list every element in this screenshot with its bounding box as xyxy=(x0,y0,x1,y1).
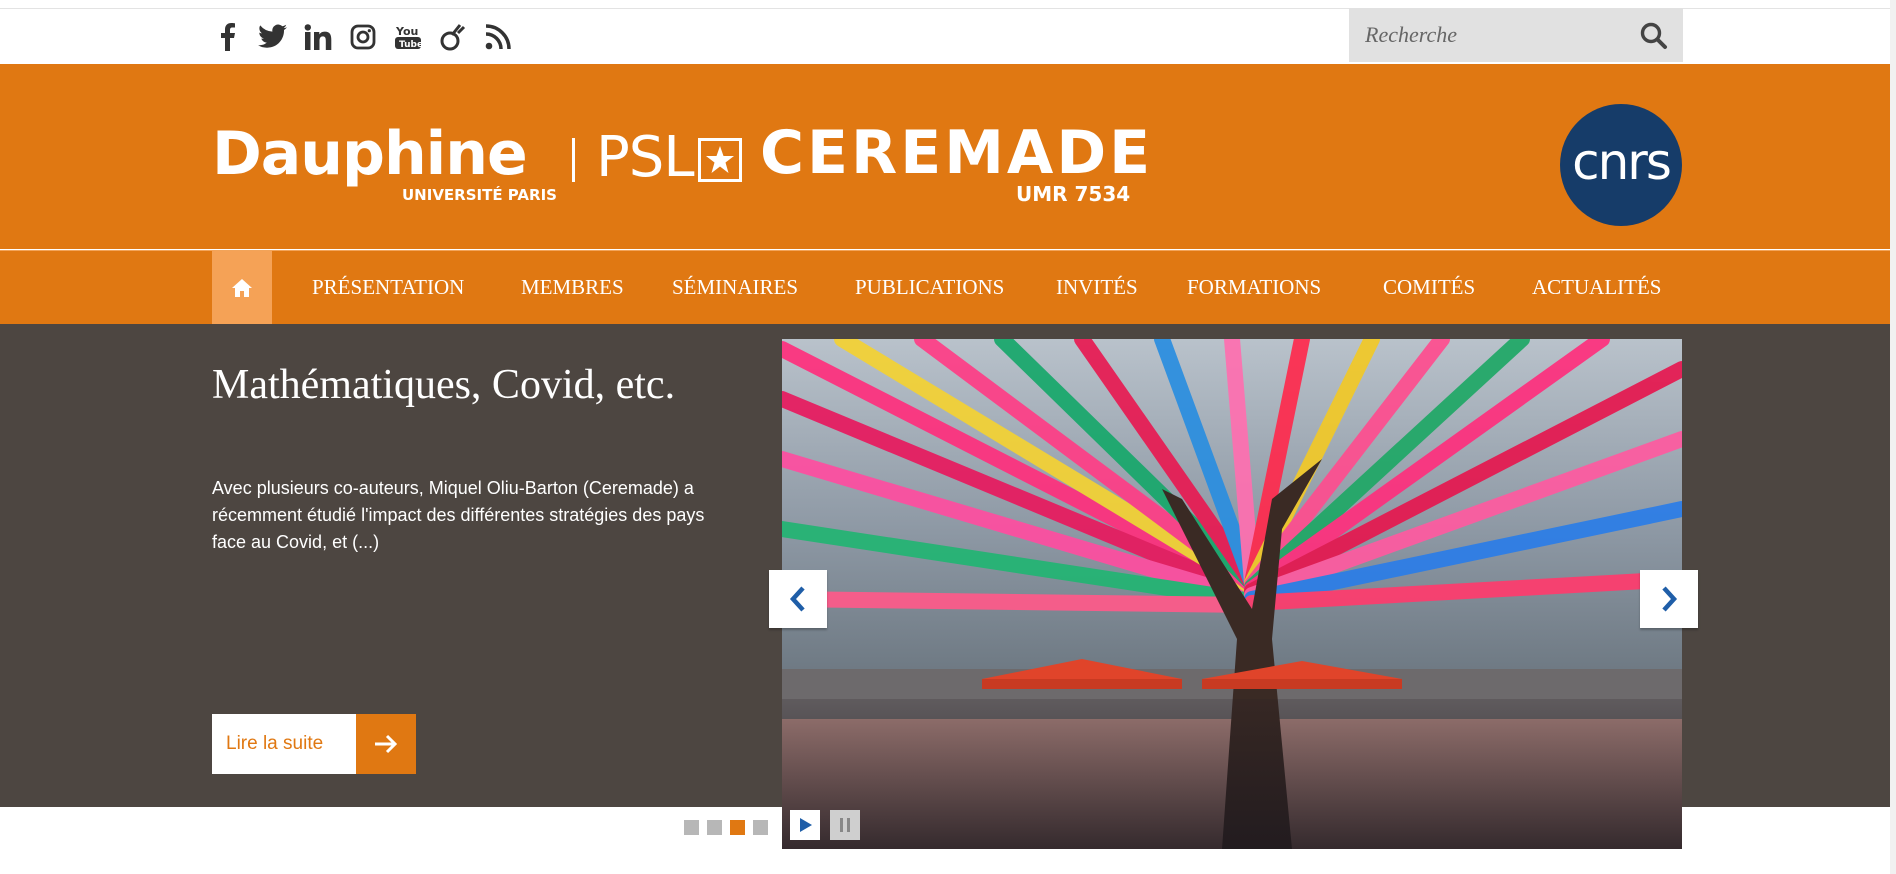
pause-icon xyxy=(840,818,850,832)
chevron-right-icon xyxy=(1662,586,1678,612)
search-input[interactable] xyxy=(1349,14,1637,56)
chevron-left-icon xyxy=(789,586,805,612)
facebook-icon[interactable] xyxy=(212,22,243,53)
scrollbar[interactable] xyxy=(1890,0,1896,874)
play-icon xyxy=(800,818,812,832)
arrow-right-icon xyxy=(356,714,416,774)
dauphine-subtitle: UNIVERSITÉ PARIS xyxy=(402,186,557,204)
nav-item-actualites[interactable]: ACTUALITÉS xyxy=(1532,251,1662,324)
next-slide-button[interactable] xyxy=(1640,570,1698,628)
photo-crowd xyxy=(782,699,1682,849)
slide-dot-3[interactable] xyxy=(730,820,745,835)
home-icon[interactable] xyxy=(212,251,272,324)
nav-item-presentation[interactable]: PRÉSENTATION xyxy=(312,251,464,324)
nav-item-publications[interactable]: PUBLICATIONS xyxy=(855,251,1004,324)
psl-logo: PSL xyxy=(596,125,695,190)
search-box xyxy=(1349,8,1683,62)
cnrs-text: cnrs xyxy=(1572,133,1672,191)
slide-title[interactable]: Mathématiques, Covid, etc. xyxy=(212,363,692,408)
slide-dot-1[interactable] xyxy=(684,820,699,835)
read-more-label: Lire la suite xyxy=(212,714,356,774)
svg-text:Tube: Tube xyxy=(399,40,422,50)
prev-slide-button[interactable] xyxy=(769,570,827,628)
site-header: Dauphine UNIVERSITÉ PARIS PSL CEREMADE U… xyxy=(0,64,1890,249)
nav-item-comites[interactable]: COMITÉS xyxy=(1383,251,1475,324)
pause-button[interactable] xyxy=(830,810,860,840)
slide-dot-4[interactable] xyxy=(753,820,768,835)
slide-dot-2[interactable] xyxy=(707,820,722,835)
dauphine-logo[interactable]: Dauphine UNIVERSITÉ PARIS xyxy=(212,119,557,204)
nav-item-invites[interactable]: INVITÉS xyxy=(1056,251,1138,324)
read-more-button[interactable]: Lire la suite xyxy=(212,714,416,774)
viadeo-icon[interactable] xyxy=(437,22,468,53)
linkedin-icon[interactable] xyxy=(302,22,333,53)
nav-item-formations[interactable]: FORMATIONS xyxy=(1187,251,1321,324)
play-button[interactable] xyxy=(790,810,820,840)
psl-star-icon xyxy=(698,138,742,182)
svg-text:You: You xyxy=(395,25,418,38)
twitter-icon[interactable] xyxy=(257,22,288,53)
cnrs-logo[interactable]: cnrs xyxy=(1560,104,1682,226)
dauphine-name: Dauphine xyxy=(212,119,528,189)
nav-item-membres[interactable]: MEMBRES xyxy=(521,251,624,324)
logo-separator xyxy=(572,138,575,182)
search-icon[interactable] xyxy=(1639,21,1669,51)
slide-pagination xyxy=(684,820,768,835)
instagram-icon[interactable] xyxy=(347,22,378,53)
ceremade-title[interactable]: CEREMADE xyxy=(760,120,1153,186)
rss-icon[interactable] xyxy=(482,22,513,53)
slide-description: Avec plusieurs co-auteurs, Miquel Oliu-B… xyxy=(212,478,705,552)
umr-label: UMR 7534 xyxy=(1016,182,1131,206)
youtube-icon[interactable]: You Tube xyxy=(392,22,423,53)
slide-image[interactable] xyxy=(782,339,1682,849)
main-nav: PRÉSENTATION MEMBRES SÉMINAIRES PUBLICAT… xyxy=(0,250,1890,325)
nav-item-seminaires[interactable]: SÉMINAIRES xyxy=(672,251,798,324)
social-bar: You Tube xyxy=(212,18,513,56)
